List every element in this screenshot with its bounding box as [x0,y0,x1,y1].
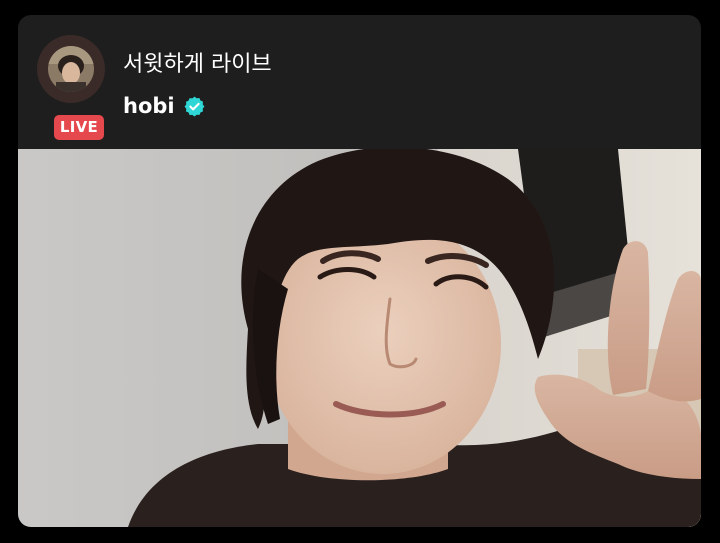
artist-name: hobi [123,94,175,118]
live-card[interactable]: LIVE 서윗하게 라이브 hobi [18,15,701,527]
live-thumbnail[interactable] [18,149,701,527]
verified-badge-icon [184,96,205,117]
live-badge: LIVE [54,115,104,140]
artist-row[interactable]: hobi [123,91,205,121]
live-title[interactable]: 서윗하게 라이브 [123,50,272,80]
artist-avatar[interactable]: LIVE [37,35,105,140]
avatar-image [48,46,94,92]
live-card-header: LIVE 서윗하게 라이브 hobi [18,15,701,149]
